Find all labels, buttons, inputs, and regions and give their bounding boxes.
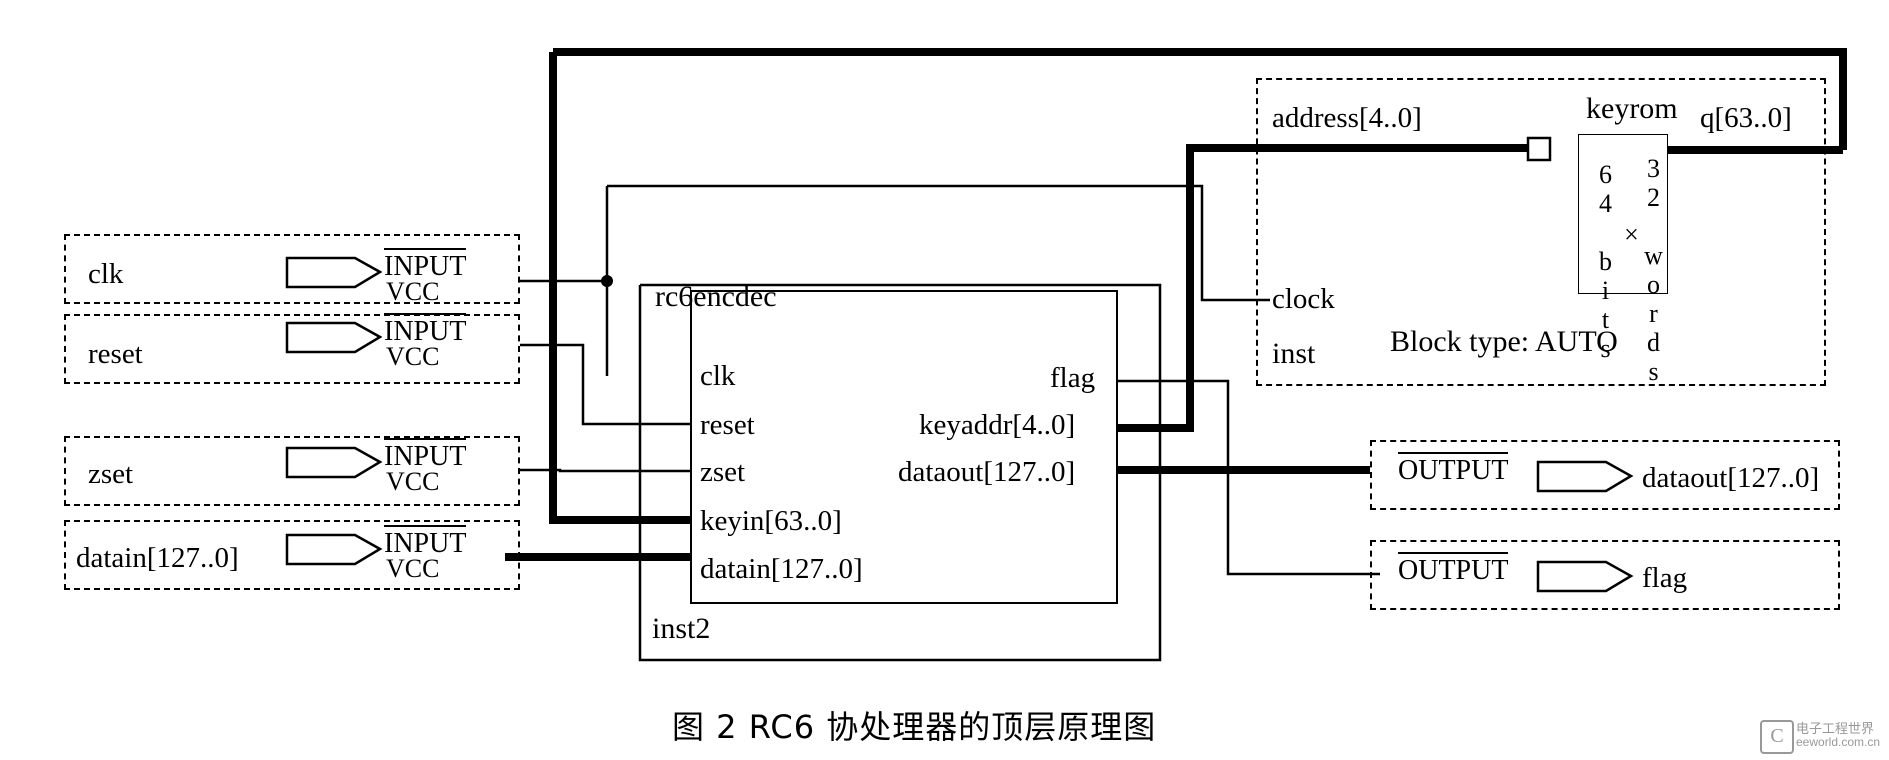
rc6encdec-output-flag: flag <box>1050 362 1096 394</box>
rc6encdec-input-clk: clk <box>700 360 736 392</box>
input-pin-sub-clk: VCC <box>386 277 440 306</box>
rc6encdec-title: rc6encdec <box>655 280 777 313</box>
wire-clk-to-rc6encdec <box>520 279 609 376</box>
rc6encdec-instance: inst2 <box>652 612 711 645</box>
junction-dot-clk <box>601 275 613 287</box>
output-pin-type-flag: OUTPUT <box>1398 552 1509 587</box>
wire-reset <box>520 343 690 426</box>
figure-caption: 图 2 RC6 协处理器的顶层原理图 <box>672 708 1157 746</box>
input-pin-sub-zset: VCC <box>386 467 440 496</box>
rc6encdec-output-keyaddr: keyaddr[4..0] <box>919 409 1076 441</box>
input-label-reset: reset <box>88 338 143 370</box>
keyrom-output-q: q[63..0] <box>1700 102 1792 134</box>
rc6encdec-input-reset: reset <box>700 409 755 441</box>
watermark: C 电子工程世界 eeworld.com.cn <box>1760 718 1880 754</box>
output-pin-type-dataout: OUTPUT <box>1398 452 1509 487</box>
watermark-line2: eeworld.com.cn <box>1796 735 1881 749</box>
keyrom-block-type: Block type: AUTO <box>1390 325 1618 358</box>
output-label-dataout: dataout[127..0] <box>1642 462 1820 494</box>
input-label-clk: clk <box>88 258 124 290</box>
output-label-flag: flag <box>1642 562 1688 594</box>
rc6encdec-output-dataout: dataout[127..0] <box>898 456 1076 488</box>
rc6encdec-input-datain: datain[127..0] <box>700 553 863 585</box>
input-pin-sub-reset: VCC <box>386 342 440 371</box>
watermark-brand-icon: C <box>1760 720 1794 754</box>
keyrom-instance: inst <box>1272 337 1316 370</box>
keyrom-memory-size-line3: 32 words <box>1639 154 1668 386</box>
keyrom-input-clock: clock <box>1272 283 1335 315</box>
input-label-zset: zset <box>88 458 134 490</box>
input-pin-sub-datain: VCC <box>386 554 440 583</box>
keyrom-input-address: address[4..0] <box>1272 102 1422 134</box>
input-label-datain: datain[127..0] <box>76 542 239 574</box>
wire-zset <box>520 468 690 473</box>
rc6encdec-input-keyin: keyin[63..0] <box>700 505 842 537</box>
rc6encdec-input-zset: zset <box>700 456 746 488</box>
keyrom-title: keyrom <box>1586 92 1678 125</box>
wire-flag <box>1118 379 1380 576</box>
keyrom-memory-size-line1: 64 bits <box>1591 160 1620 363</box>
